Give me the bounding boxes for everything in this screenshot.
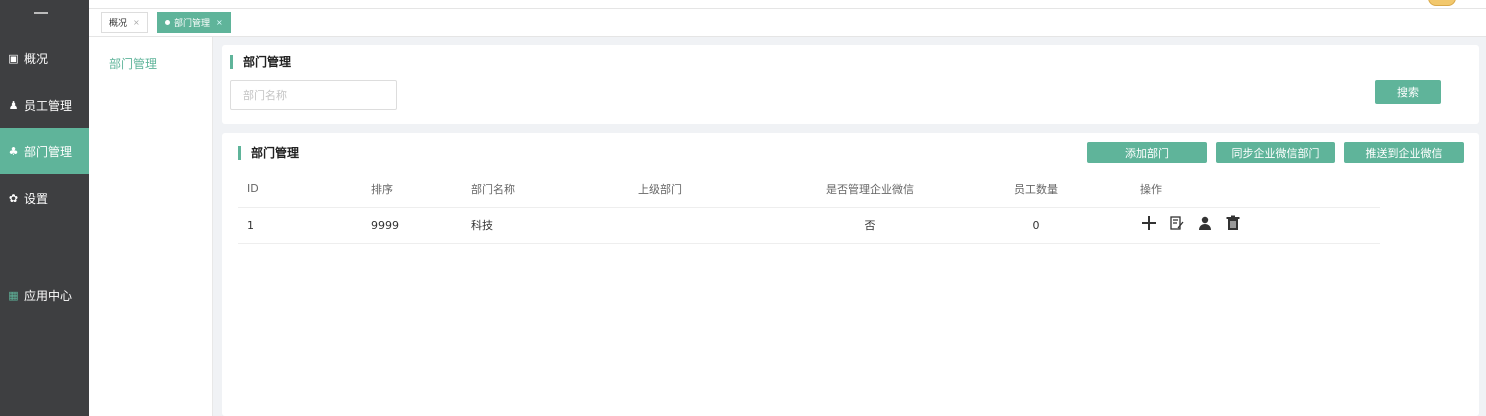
- tab-label: 部门管理: [174, 19, 211, 29]
- cell-manage-wechat: 否: [799, 207, 941, 244]
- sidebar-item-label: 部门管理: [24, 144, 73, 159]
- department-table: ID 排序 部门名称 上级部门 是否管理企业微信 员工数量 操作 1 9999 …: [238, 171, 1380, 244]
- cell-actions: [1131, 207, 1380, 244]
- add-department-button[interactable]: 添加部门: [1087, 142, 1207, 163]
- table-header-row: ID 排序 部门名称 上级部门 是否管理企业微信 员工数量 操作: [238, 171, 1380, 208]
- org-tree-icon: ♣: [8, 144, 19, 158]
- subnav-item-departments[interactable]: 部门管理: [109, 55, 157, 72]
- column-header-parent[interactable]: 上级部门: [629, 171, 799, 208]
- sidebar-item-departments[interactable]: ♣ 部门管理: [0, 128, 89, 174]
- chart-icon: ▣: [8, 51, 19, 65]
- tab-label: 概况: [109, 19, 128, 29]
- scrollbar[interactable]: [1479, 37, 1486, 416]
- search-panel: 部门管理 搜索: [222, 45, 1479, 124]
- close-icon[interactable]: ×: [133, 18, 140, 27]
- top-header: [89, 0, 1486, 9]
- push-to-wechat-button[interactable]: 推送到企业微信: [1344, 142, 1464, 163]
- sidebar-item-app-center[interactable]: ▦ 应用中心: [0, 272, 89, 318]
- sidebar-item-employees[interactable]: ♟ 员工管理: [0, 82, 89, 128]
- cell-staff-count: 0: [941, 207, 1131, 244]
- cell-dept-name: 科技: [462, 207, 629, 244]
- tab-overview[interactable]: 概况 ×: [101, 12, 148, 33]
- sync-wechat-departments-button[interactable]: 同步企业微信部门: [1216, 142, 1335, 163]
- gear-icon: ✿: [8, 191, 19, 205]
- search-panel-title: 部门管理: [230, 55, 291, 69]
- column-header-actions: 操作: [1131, 171, 1380, 208]
- close-icon[interactable]: ×: [216, 18, 223, 27]
- sidebar: ▣ 概况 ♟ 员工管理 ♣ 部门管理 ✿ 设置 ▦ 应用中心: [0, 0, 89, 416]
- sub-navigation: 部门管理: [89, 37, 213, 416]
- apps-grid-icon: ▦: [8, 288, 19, 302]
- cell-parent: [629, 207, 799, 244]
- search-button[interactable]: 搜索: [1375, 80, 1441, 104]
- sidebar-item-overview[interactable]: ▣ 概况: [0, 35, 89, 81]
- column-header-sort[interactable]: 排序: [362, 171, 462, 208]
- column-header-dept-name[interactable]: 部门名称: [462, 171, 629, 208]
- column-header-staff-count[interactable]: 员工数量: [941, 171, 1131, 208]
- sidebar-item-label: 员工管理: [24, 98, 73, 113]
- sidebar-item-label: 设置: [24, 191, 49, 206]
- edit-icon[interactable]: [1168, 215, 1186, 235]
- cell-sort: 9999: [362, 207, 462, 244]
- active-dot-icon: [165, 20, 170, 25]
- delete-icon[interactable]: [1224, 215, 1242, 235]
- list-panel-title: 部门管理: [238, 146, 299, 160]
- add-icon[interactable]: [1140, 215, 1158, 235]
- column-header-id[interactable]: ID: [238, 171, 362, 208]
- menu-toggle-icon[interactable]: [34, 12, 48, 14]
- sidebar-item-settings[interactable]: ✿ 设置: [0, 175, 89, 221]
- sidebar-item-label: 概况: [24, 51, 49, 66]
- tab-bar: 概况 × 部门管理 ×: [89, 9, 1486, 37]
- tab-departments[interactable]: 部门管理 ×: [157, 12, 231, 33]
- department-list-panel: 部门管理 添加部门 同步企业微信部门 推送到企业微信 ID 排序 部门名称 上级…: [222, 133, 1479, 416]
- user-gear-icon: ♟: [8, 98, 19, 112]
- cell-id: 1: [238, 207, 362, 244]
- user-icon[interactable]: [1196, 215, 1214, 235]
- department-name-input[interactable]: [230, 80, 397, 110]
- sidebar-item-label: 应用中心: [24, 288, 73, 303]
- avatar[interactable]: [1428, 0, 1456, 6]
- column-header-manage-wechat[interactable]: 是否管理企业微信: [799, 171, 941, 208]
- table-row[interactable]: 1 9999 科技 否 0: [238, 207, 1380, 244]
